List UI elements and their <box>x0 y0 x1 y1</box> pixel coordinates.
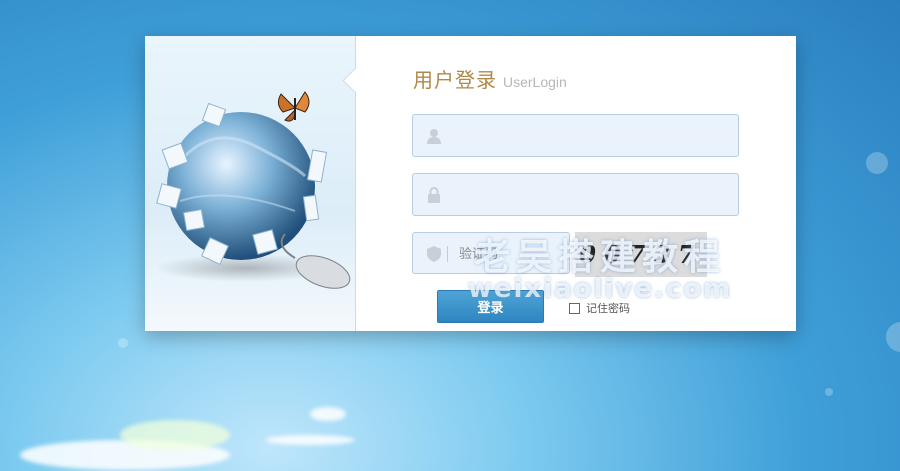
username-field[interactable] <box>412 114 739 158</box>
bokeh-light <box>118 338 128 348</box>
globe-puzzle-illustration <box>155 102 351 289</box>
page-title: 用户登录 <box>413 68 497 92</box>
bokeh-light <box>886 322 900 352</box>
captcha-text: 00737 <box>579 240 703 269</box>
password-field[interactable] <box>412 173 739 217</box>
cloud <box>265 435 355 445</box>
bokeh-light <box>866 152 888 174</box>
remember-label: 记住密码 <box>586 302 630 315</box>
login-title: 用户登录 UserLogin <box>413 64 567 93</box>
cloud <box>310 407 346 421</box>
page-subtitle: UserLogin <box>503 74 567 90</box>
lock-icon <box>428 187 440 203</box>
remember-checkbox[interactable] <box>569 302 580 314</box>
captcha-field[interactable] <box>412 232 570 275</box>
user-icon <box>427 129 441 144</box>
captcha-input[interactable] <box>457 233 569 275</box>
captcha-image[interactable]: 00737 <box>575 232 707 277</box>
shield-icon <box>427 246 441 262</box>
cloud <box>120 420 230 450</box>
login-panel: 用户登录 UserLogin 00737 登录 记住密码 老吴搭建教程 weix… <box>145 36 796 331</box>
remember-password[interactable]: 记住密码 <box>569 300 630 316</box>
butterfly-icon <box>277 91 310 122</box>
field-separator <box>447 246 448 262</box>
login-button[interactable]: 登录 <box>437 290 544 323</box>
bokeh-light <box>825 388 833 396</box>
password-input[interactable] <box>449 174 733 217</box>
username-input[interactable] <box>449 115 733 158</box>
login-page: { "login": { "title": "用户登录", "subtitle"… <box>0 0 900 471</box>
illustration-area <box>145 36 356 331</box>
